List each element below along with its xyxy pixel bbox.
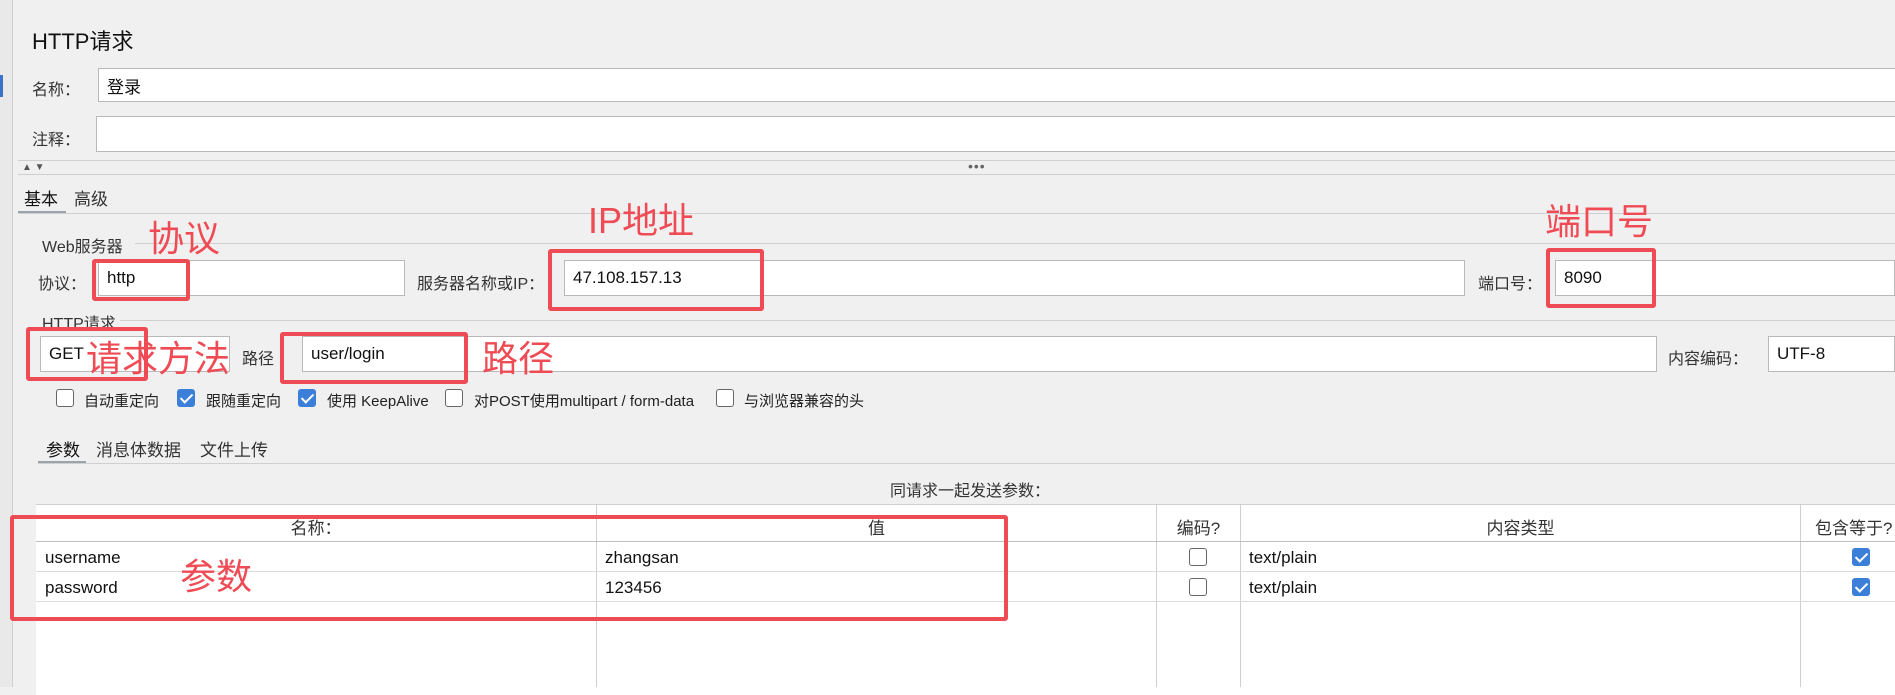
header-encode[interactable]: 编码? — [1157, 514, 1240, 539]
row1-encode-checkbox[interactable] — [1189, 548, 1207, 566]
server-label: 服务器名称或IP： — [417, 276, 545, 293]
row1-include-equals-checkbox[interactable] — [1852, 548, 1870, 566]
tab-basic[interactable]: 基本 — [24, 185, 58, 210]
splitter-arrows-icon[interactable]: ▲ ▼ — [22, 162, 45, 173]
encoding-label: 内容编码： — [1668, 351, 1749, 368]
row2-encode-checkbox[interactable] — [1189, 578, 1207, 596]
tab-body-data[interactable]: 消息体数据 — [96, 436, 181, 461]
row2-content-type[interactable]: text/plain — [1249, 578, 1317, 598]
annotation-method: 请求方法 — [86, 338, 231, 379]
port-label: 端口号： — [1478, 276, 1543, 293]
row2-include-equals-checkbox[interactable] — [1852, 578, 1870, 596]
protocol-label: 协议： — [38, 276, 87, 293]
annotation-path: 路径 — [482, 338, 555, 379]
web-server-group-label: Web服务器 — [42, 239, 123, 256]
name-input[interactable]: 登录 — [98, 68, 1895, 102]
annotation-port: 端口号 — [1545, 201, 1654, 242]
follow-redirect-checkbox[interactable] — [177, 389, 195, 407]
http-request-group-line — [120, 320, 1895, 321]
annotation-params: 参数 — [180, 556, 253, 597]
tab-file-upload[interactable]: 文件上传 — [200, 436, 268, 461]
splitter-bottom-line — [18, 174, 1895, 175]
encoding-input[interactable]: UTF-8 — [1768, 336, 1895, 372]
comment-label: 注释： — [32, 132, 81, 149]
ip-highlight-box — [548, 249, 764, 311]
auto-redirect-label: 自动重定向 — [84, 393, 160, 410]
splitter-top-line — [18, 160, 1895, 161]
port-highlight-box — [1546, 248, 1656, 308]
multipart-checkbox[interactable] — [445, 389, 463, 407]
follow-redirect-label: 跟随重定向 — [206, 393, 282, 410]
browser-headers-label: 与浏览器兼容的头 — [744, 393, 865, 410]
header-content-type[interactable]: 内容类型 — [1241, 514, 1800, 539]
row1-content-type[interactable]: text/plain — [1249, 548, 1317, 568]
comment-input[interactable] — [96, 116, 1895, 152]
params-highlight-box — [10, 515, 1008, 621]
panel-title: HTTP请求 — [32, 29, 134, 54]
path-label: 路径 — [242, 351, 275, 368]
tree-selection-marker — [0, 75, 3, 97]
annotation-ip: IP地址 — [588, 200, 695, 241]
auto-redirect-checkbox[interactable] — [56, 389, 74, 407]
sub-tabs-line — [38, 463, 1895, 464]
splitter-handle[interactable]: ••• — [968, 158, 986, 174]
multipart-label: 对POST使用multipart / form-data — [474, 393, 695, 410]
keepalive-label: 使用 KeepAlive — [327, 393, 429, 410]
browser-headers-checkbox[interactable] — [716, 389, 734, 407]
header-include-equals[interactable]: 包含等于? — [1801, 514, 1895, 539]
annotation-protocol: 协议 — [148, 218, 221, 259]
params-caption: 同请求一起发送参数： — [890, 483, 1051, 500]
path-highlight-box — [280, 332, 468, 384]
tab-advanced[interactable]: 高级 — [74, 185, 108, 210]
keepalive-checkbox[interactable] — [298, 389, 316, 407]
tab-parameters[interactable]: 参数 — [46, 436, 80, 461]
protocol-highlight-box — [92, 259, 190, 301]
name-label: 名称： — [32, 82, 81, 99]
